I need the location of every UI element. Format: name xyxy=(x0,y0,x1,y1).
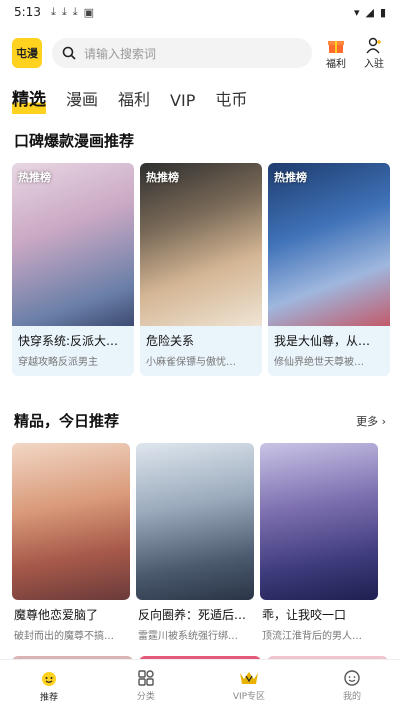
comic-card[interactable]: 热推榜 我是大仙尊，从… 修仙界绝世天尊被… xyxy=(268,163,390,376)
hot-comics-row: 热推榜 快穿系统:反派大… 穿越攻略反派男主 热推榜 危险关系 小麻雀保镖与傲忧… … xyxy=(0,163,400,376)
battery-icon: ▮ xyxy=(379,5,386,19)
chevron-right-icon: › xyxy=(381,414,386,428)
nav-recommend[interactable]: 推荐 xyxy=(39,668,59,703)
comic-card[interactable]: 魔尊他恋爱脑了 破封而出的魔尊不搞… xyxy=(12,443,130,642)
search-input[interactable]: 请输入搜索词 xyxy=(52,38,312,68)
section-title: 精品，今日推荐 更多 › xyxy=(14,412,386,430)
tab-vip[interactable]: VIP xyxy=(170,91,195,114)
daily-picks-row: 魔尊他恋爱脑了 破封而出的魔尊不搞… 反向圈养：死遁后我… 雷霆川被系统强行绑… 乖… xyxy=(0,443,400,642)
category-tabs: 精选 漫画 福利 VIP 屯币 xyxy=(0,82,400,114)
tab-welfare[interactable]: 福利 xyxy=(118,86,150,114)
hot-badge: 热推榜 xyxy=(146,171,179,184)
top-bar: 屯漫 请输入搜索词 福利 入驻 xyxy=(0,24,400,82)
section-title: 口碑爆款漫画推荐 xyxy=(14,132,135,150)
bottom-nav: 推荐 分类 VIP专区 我的 xyxy=(0,659,400,710)
hot-badge: 热推榜 xyxy=(18,171,51,184)
welfare-button[interactable]: 福利 xyxy=(322,37,350,70)
tab-featured[interactable]: 精选 xyxy=(12,85,46,114)
signal-icon: ◢ xyxy=(365,5,374,19)
comic-cover: 热推榜 xyxy=(268,163,390,326)
search-placeholder: 请输入搜索词 xyxy=(84,46,157,61)
search-icon xyxy=(62,46,76,60)
comic-cover xyxy=(136,443,254,600)
more-link[interactable]: 更多 › xyxy=(356,413,386,429)
join-button[interactable]: 入驻 xyxy=(360,37,388,70)
nav-mine[interactable]: 我的 xyxy=(343,669,361,702)
status-bar: 5:13 ⤓ ⤓ ⤓ ▣ ▾ ◢ ▮ xyxy=(0,0,400,24)
comic-cover: 热推榜 xyxy=(12,163,134,326)
nav-category[interactable]: 分类 xyxy=(137,669,155,702)
tab-coins[interactable]: 屯币 xyxy=(215,86,247,114)
profile-icon xyxy=(344,669,360,686)
status-time: 5:13 xyxy=(14,5,41,19)
notification-icon: ▣ xyxy=(83,5,94,19)
gift-icon xyxy=(328,40,344,53)
download-icon: ⤓ xyxy=(61,5,67,18)
comic-card[interactable]: 热推榜 危险关系 小麻雀保镖与傲忧… xyxy=(140,163,262,376)
app-logo[interactable]: 屯漫 xyxy=(12,38,42,68)
comic-card[interactable]: 乖，让我咬一口 顶流江淮背后的男人… xyxy=(260,443,378,642)
vip-crown-icon xyxy=(239,671,258,684)
comic-card[interactable]: 热推榜 快穿系统:反派大… 穿越攻略反派男主 xyxy=(12,163,134,376)
comic-cover xyxy=(260,443,378,600)
user-add-icon xyxy=(366,37,381,53)
comic-card[interactable]: 反向圈养：死遁后我… 雷霆川被系统强行绑… xyxy=(136,443,254,642)
wifi-icon: ▾ xyxy=(353,5,360,19)
grid-icon xyxy=(138,669,154,686)
comic-cover xyxy=(12,443,130,600)
comic-cover: 热推榜 xyxy=(140,163,262,326)
download-icon: ⤓ xyxy=(50,5,56,18)
nav-vip[interactable]: VIP专区 xyxy=(233,669,265,702)
recommend-icon xyxy=(41,671,56,686)
hot-badge: 热推榜 xyxy=(274,171,307,184)
download-icon: ⤓ xyxy=(72,5,78,18)
tab-comics[interactable]: 漫画 xyxy=(66,86,98,114)
